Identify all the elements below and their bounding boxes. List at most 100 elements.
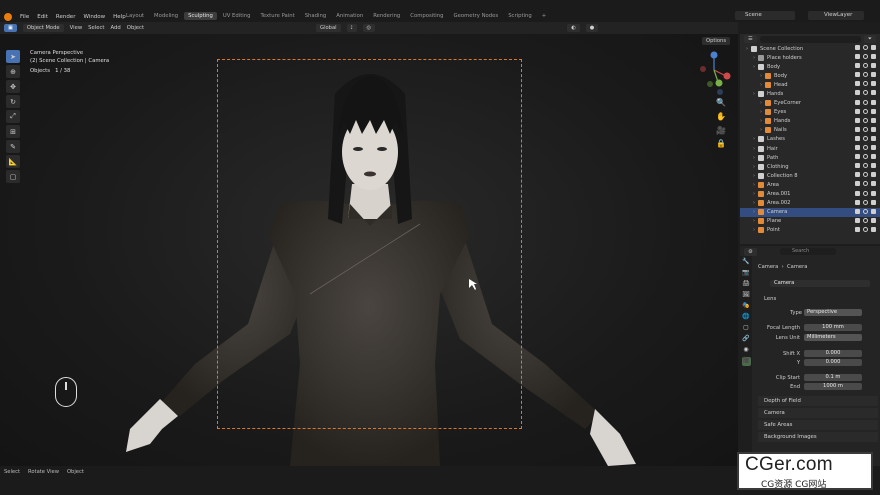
output-tab-icon[interactable]: 🖨 bbox=[742, 280, 751, 289]
object-tab-icon[interactable]: ▢ bbox=[742, 324, 751, 333]
exclude-checkbox[interactable] bbox=[855, 135, 860, 141]
exclude-checkbox[interactable] bbox=[855, 126, 860, 132]
tab-geometry-nodes[interactable]: Geometry Nodes bbox=[450, 12, 503, 20]
visibility-eye-icon[interactable] bbox=[863, 190, 868, 196]
camera-datablock-field[interactable]: Camera bbox=[770, 280, 870, 287]
overlays-icon[interactable]: ◐ bbox=[567, 24, 580, 32]
object-mode-dropdown[interactable]: Object Mode bbox=[22, 24, 64, 32]
tab-animation[interactable]: Animation bbox=[332, 12, 367, 20]
outliner-row[interactable]: › Lashes bbox=[740, 135, 880, 144]
outliner-row[interactable]: › Area bbox=[740, 180, 880, 189]
scale-icon[interactable]: ⤢ bbox=[6, 110, 20, 123]
tab-compositing[interactable]: Compositing bbox=[406, 12, 447, 20]
rotate-icon[interactable]: ↻ bbox=[6, 95, 20, 108]
outliner-row[interactable]: › Area.001 bbox=[740, 190, 880, 199]
visibility-eye-icon[interactable] bbox=[863, 145, 868, 151]
exclude-checkbox[interactable] bbox=[855, 108, 860, 114]
exclude-checkbox[interactable] bbox=[855, 172, 860, 178]
visibility-eye-icon[interactable] bbox=[863, 108, 868, 114]
exclude-checkbox[interactable] bbox=[855, 181, 860, 187]
render-camera-icon[interactable] bbox=[871, 172, 876, 178]
visibility-eye-icon[interactable] bbox=[863, 172, 868, 178]
outliner-row[interactable]: › Hands bbox=[740, 89, 880, 98]
outliner-row[interactable]: › Hair bbox=[740, 144, 880, 153]
exclude-checkbox[interactable] bbox=[855, 99, 860, 105]
outliner-row[interactable]: › Plane bbox=[740, 217, 880, 226]
visibility-eye-icon[interactable] bbox=[863, 81, 868, 87]
transform-icon[interactable]: ⊞ bbox=[6, 125, 20, 138]
annotate-icon[interactable]: ✎ bbox=[6, 140, 20, 153]
menu-window[interactable]: Window bbox=[83, 14, 105, 20]
physics-tab-icon[interactable]: ◉ bbox=[742, 346, 751, 355]
tab-layout[interactable]: Layout bbox=[122, 12, 148, 20]
view-layer-selector[interactable]: ViewLayer bbox=[808, 11, 864, 20]
depth-of-field-section[interactable]: Depth of Field bbox=[758, 396, 878, 406]
blender-logo-icon[interactable] bbox=[4, 13, 12, 21]
select-box-icon[interactable]: ➤ bbox=[6, 50, 20, 63]
visibility-eye-icon[interactable] bbox=[863, 163, 868, 169]
constraints-tab-icon[interactable]: 🔗 bbox=[742, 335, 751, 344]
tab-shading[interactable]: Shading bbox=[301, 12, 331, 20]
tab-scripting[interactable]: Scripting bbox=[504, 12, 536, 20]
visibility-eye-icon[interactable] bbox=[863, 226, 868, 232]
menu-add[interactable]: Add bbox=[111, 25, 121, 31]
visibility-eye-icon[interactable] bbox=[863, 217, 868, 223]
menu-file[interactable]: File bbox=[20, 14, 29, 20]
exclude-checkbox[interactable] bbox=[855, 208, 860, 214]
render-camera-icon[interactable] bbox=[871, 72, 876, 78]
focal-length-field[interactable]: 100 mm bbox=[804, 324, 862, 331]
lens-section-header[interactable]: Lens bbox=[758, 294, 878, 304]
outliner-row[interactable]: › Place holders bbox=[740, 53, 880, 62]
properties-search-input[interactable]: Search bbox=[780, 248, 836, 255]
render-camera-icon[interactable] bbox=[871, 54, 876, 60]
exclude-checkbox[interactable] bbox=[855, 154, 860, 160]
clip-end-field[interactable]: 1000 m bbox=[804, 383, 862, 390]
proportional-edit-icon[interactable]: ◎ bbox=[362, 24, 376, 32]
scene-selector[interactable]: Scene bbox=[735, 11, 795, 20]
outliner-row[interactable]: › Scene Collection bbox=[740, 44, 880, 53]
camera-data-tab-icon[interactable]: 🎥 bbox=[741, 357, 751, 366]
measure-icon[interactable]: 📐 bbox=[6, 155, 20, 168]
exclude-checkbox[interactable] bbox=[855, 163, 860, 169]
orientation-dropdown[interactable]: Global bbox=[316, 24, 341, 32]
safe-areas-section[interactable]: Safe Areas bbox=[758, 420, 878, 430]
outliner-row[interactable]: › Area.002 bbox=[740, 199, 880, 208]
tool-tab-icon[interactable]: 🔧 bbox=[742, 258, 751, 267]
visibility-eye-icon[interactable] bbox=[863, 154, 868, 160]
outliner-search-input[interactable] bbox=[759, 35, 861, 43]
render-camera-icon[interactable] bbox=[871, 208, 876, 214]
menu-object[interactable]: Object bbox=[127, 25, 144, 31]
exclude-checkbox[interactable] bbox=[855, 90, 860, 96]
render-camera-icon[interactable] bbox=[871, 81, 876, 87]
lens-type-dropdown[interactable]: Perspective bbox=[804, 309, 862, 316]
background-images-section[interactable]: Background Images bbox=[758, 432, 878, 442]
visibility-eye-icon[interactable] bbox=[863, 208, 868, 214]
outliner-row[interactable]: › Body bbox=[740, 71, 880, 80]
shift-y-field[interactable]: 0.000 bbox=[804, 359, 862, 366]
outliner-row[interactable]: › Path bbox=[740, 153, 880, 162]
visibility-eye-icon[interactable] bbox=[863, 90, 868, 96]
outliner-row[interactable]: › Body bbox=[740, 62, 880, 71]
visibility-eye-icon[interactable] bbox=[863, 199, 868, 205]
tab-uv-editing[interactable]: UV Editing bbox=[219, 12, 255, 20]
menu-render[interactable]: Render bbox=[56, 14, 76, 20]
tab-modeling[interactable]: Modeling bbox=[150, 12, 182, 20]
visibility-eye-icon[interactable] bbox=[863, 45, 868, 50]
render-camera-icon[interactable] bbox=[871, 199, 876, 205]
lens-unit-dropdown[interactable]: Millimeters bbox=[804, 334, 862, 341]
navigation-gizmo[interactable]: 🔍 ✋ 🎥 🔒 bbox=[692, 42, 734, 162]
exclude-checkbox[interactable] bbox=[855, 63, 860, 69]
outliner-row[interactable]: › Eyes bbox=[740, 108, 880, 117]
visibility-eye-icon[interactable] bbox=[863, 181, 868, 187]
exclude-checkbox[interactable] bbox=[855, 199, 860, 205]
shading-solid-icon[interactable]: ● bbox=[585, 24, 599, 32]
render-camera-icon[interactable] bbox=[871, 226, 876, 232]
add-workspace-icon[interactable]: + bbox=[538, 12, 550, 20]
render-camera-icon[interactable] bbox=[871, 135, 876, 141]
shift-x-field[interactable]: 0.000 bbox=[804, 350, 862, 357]
render-camera-icon[interactable] bbox=[871, 126, 876, 132]
render-camera-icon[interactable] bbox=[871, 108, 876, 114]
outliner-row[interactable]: › Collection 8 bbox=[740, 171, 880, 180]
menu-view[interactable]: View bbox=[70, 25, 83, 31]
visibility-eye-icon[interactable] bbox=[863, 126, 868, 132]
